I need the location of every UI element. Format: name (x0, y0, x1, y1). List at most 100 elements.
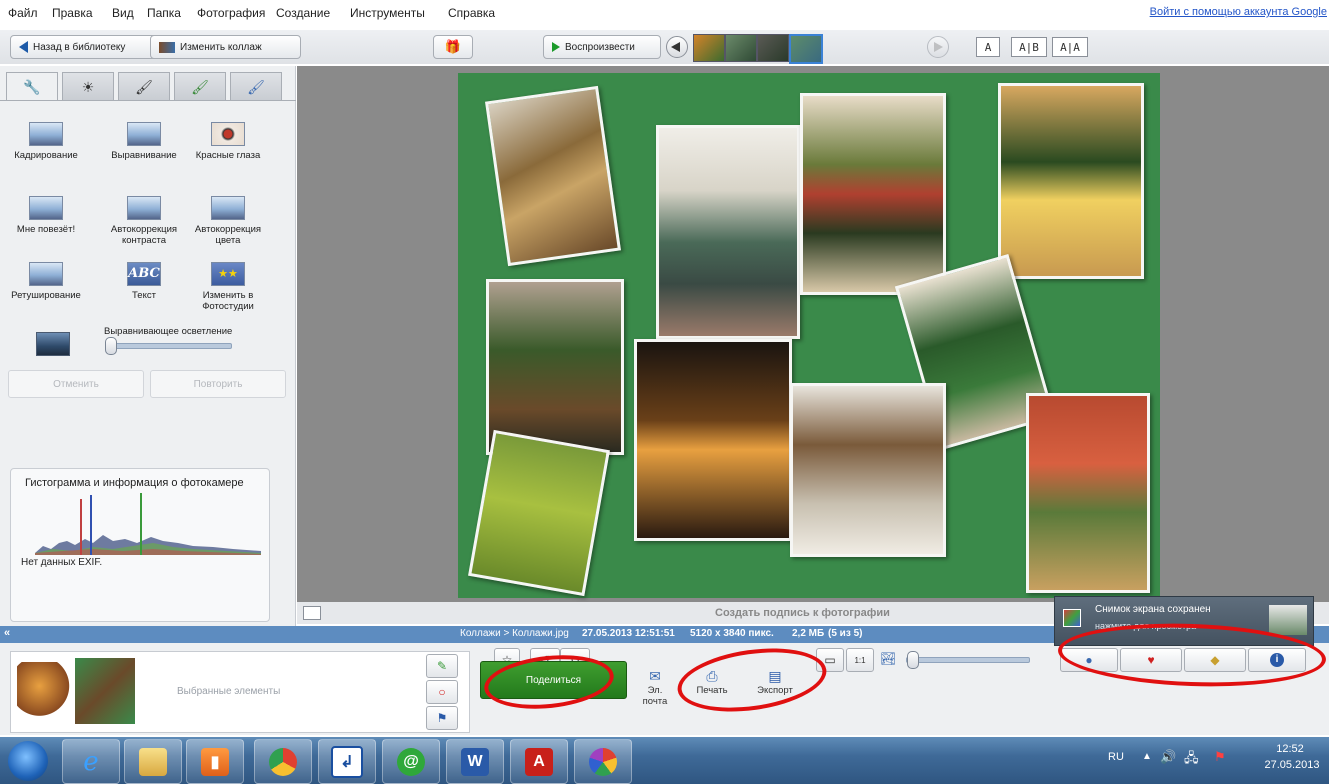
tool-straighten[interactable]: Выравнивание (102, 122, 186, 161)
filmstrip-thumb-1[interactable] (693, 34, 725, 62)
tray-arrow-icon[interactable]: ▲ (1142, 751, 1152, 762)
prev-photo-button[interactable] (666, 36, 688, 58)
tray-add-button[interactable]: ⚑ (426, 706, 458, 730)
collage-photo-6 (634, 339, 792, 541)
menu-create[interactable]: Создание (276, 6, 330, 20)
next-photo-button[interactable] (927, 36, 949, 58)
network-icon[interactable]: 🖧 (1184, 749, 1199, 771)
layout-compare-label: A|B (1019, 40, 1039, 54)
tool-photostudio[interactable]: ★★ Изменить в Фотостудии (186, 262, 270, 312)
menu-file[interactable]: Файл (8, 6, 38, 20)
info-path: Коллажи > Коллажи.jpg (460, 628, 569, 639)
filmstrip-thumb-4[interactable] (789, 34, 823, 64)
acrobat-icon: A (525, 747, 553, 776)
circle-icon: ○ (438, 685, 446, 699)
folder-explorer-icon (139, 747, 167, 776)
undo-button[interactable]: Отменить (8, 370, 144, 398)
brush-icon: 🖌 (135, 78, 153, 95)
tool-red-eye[interactable]: Красные глаза (186, 122, 270, 161)
taskbar-word[interactable]: W (446, 739, 504, 784)
actual-size-label: 1:1 (854, 655, 866, 665)
brush-green-icon: 🖌 (191, 78, 209, 95)
collage-image[interactable] (458, 73, 1160, 598)
brush-blue-icon: 🖌 (247, 78, 265, 95)
tool-lucky[interactable]: Мне повезёт! (4, 196, 88, 235)
clock-time[interactable]: 12:52 (1262, 743, 1318, 755)
menu-folder[interactable]: Папка (147, 6, 181, 20)
gift-button[interactable]: 🎁 (433, 35, 473, 59)
menu-help[interactable]: Справка (448, 6, 495, 20)
filmstrip-thumb-3[interactable] (757, 34, 789, 62)
menu-edit[interactable]: Правка (52, 6, 93, 20)
language-indicator[interactable]: RU (1108, 751, 1124, 763)
play-slideshow-button[interactable]: Воспроизвести (543, 35, 661, 59)
layout-dual-button[interactable]: A|A (1052, 37, 1088, 57)
redo-button[interactable]: Повторить (150, 370, 286, 398)
layout-single-button[interactable]: A (976, 37, 1000, 57)
filmstrip-thumb-2[interactable] (725, 34, 757, 62)
taskbar-acrobat[interactable]: A (510, 739, 568, 784)
email-button[interactable]: ✉ Эл. почта (634, 668, 676, 707)
tab-effects-2[interactable]: 🖌 (174, 72, 226, 101)
tray-item-1[interactable] (17, 662, 73, 722)
edit-collage-button[interactable]: Изменить коллаж (150, 35, 301, 59)
info-dimensions: 5120 x 3840 пикс. (690, 628, 774, 639)
tab-tuning[interactable]: ☀ (62, 72, 114, 101)
taskbar-ie[interactable]: e (62, 739, 120, 784)
tool-auto-color[interactable]: Автокоррекция цвета (186, 196, 270, 246)
lucky-icon (29, 196, 63, 220)
taskbar-app-blue[interactable]: ↲ (318, 739, 376, 784)
crop-icon (29, 122, 63, 146)
caption-toggle-icon[interactable] (303, 606, 321, 620)
zoom-slider-handle[interactable] (907, 651, 919, 669)
volume-icon[interactable]: 🔊 (1160, 749, 1176, 765)
photo-tray: Выбранные элементы (10, 651, 470, 733)
tab-divider (0, 100, 296, 101)
tab-effects-3[interactable]: 🖌 (230, 72, 282, 101)
caption-input[interactable]: Создать подпись к фотографии (715, 607, 890, 619)
collage-photo-2 (656, 125, 800, 339)
taskbar-explorer[interactable] (124, 739, 182, 784)
tray-item-2[interactable] (75, 658, 135, 724)
collage-photo-3 (800, 93, 946, 295)
info-size: 2,2 МБ (792, 628, 825, 639)
action-center-icon[interactable]: ⚑ (1214, 749, 1226, 765)
menu-photo[interactable]: Фотография (197, 6, 265, 20)
tool-text[interactable]: ABC Текст (102, 262, 186, 301)
back-arrow-icon (19, 41, 28, 53)
taskbar-chrome[interactable] (254, 739, 312, 784)
taskbar-mail-agent[interactable]: @ (382, 739, 440, 784)
collage-photo-10 (468, 429, 610, 597)
tool-retouch[interactable]: Ретуширование (4, 262, 88, 301)
auto-contrast-icon (127, 196, 161, 220)
fill-light-slider-handle[interactable] (105, 337, 117, 355)
collapse-icon[interactable]: « (4, 627, 10, 639)
straighten-icon (127, 122, 161, 146)
tool-red-eye-label: Красные глаза (195, 150, 261, 161)
tray-show-button[interactable]: ✎ (426, 654, 458, 678)
collage-photo-4 (998, 83, 1144, 279)
menu-view[interactable]: Вид (112, 6, 134, 20)
layout-compare-button[interactable]: A|B (1011, 37, 1047, 57)
back-to-library-button[interactable]: Назад в библиотеку (10, 35, 160, 59)
notification-title: Снимок экрана сохранен (1095, 604, 1211, 615)
google-signin-link[interactable]: Войти с помощью аккаунта Google (1150, 6, 1327, 18)
start-button[interactable] (8, 741, 48, 781)
tool-straighten-label: Выравнивание (111, 150, 177, 161)
tool-crop[interactable]: Кадрирование (4, 122, 88, 161)
actual-size-button[interactable]: 1:1 (846, 648, 874, 672)
wrench-icon: 🔧 (23, 78, 41, 95)
tab-basic-fixes[interactable]: 🔧 (6, 72, 58, 101)
tray-clear-button[interactable]: ○ (426, 680, 458, 704)
zoom-slider[interactable] (906, 651, 1030, 669)
taskbar-picasa[interactable] (574, 739, 632, 784)
clock-date[interactable]: 27.05.2013 (1262, 759, 1322, 771)
taskbar-media[interactable]: ▮ (186, 739, 244, 784)
fit-icon: ▭ (824, 653, 836, 667)
tool-auto-contrast[interactable]: Автокоррекция контраста (102, 196, 186, 246)
menu-tools[interactable]: Инструменты (350, 6, 425, 20)
at-sign-icon: @ (397, 747, 425, 776)
fill-light-icon (36, 332, 70, 356)
tab-effects[interactable]: 🖌 (118, 72, 170, 101)
fill-light-slider[interactable] (105, 337, 232, 355)
